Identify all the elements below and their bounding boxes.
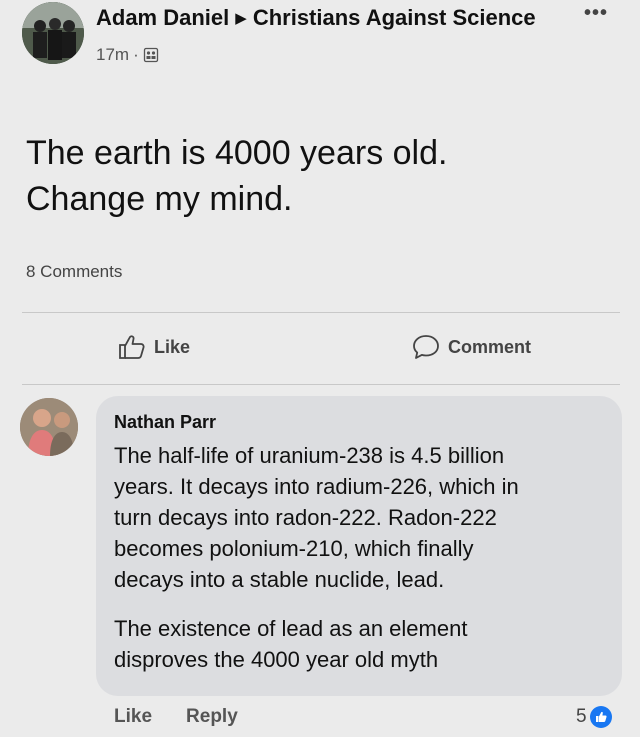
commenter-avatar[interactable] (20, 398, 78, 456)
reaction-count: 5 (576, 706, 587, 727)
reaction-summary[interactable]: 5 (576, 706, 612, 728)
thumbs-up-icon (119, 335, 145, 359)
comment-line: disproves the 4000 year old myth (114, 647, 439, 672)
post-text-line: Change my mind. (26, 180, 293, 218)
comment-label: Comment (448, 336, 532, 357)
comment-like-button[interactable]: Like (114, 706, 152, 728)
commenter-name[interactable]: Nathan Parr (114, 412, 216, 433)
comment-line: The half-life of uranium-238 is 4.5 bill… (114, 443, 505, 468)
comment-line: The existence of lead as an element (114, 616, 468, 641)
post-text-line: The earth is 4000 years old. (26, 134, 448, 172)
comment-actions: Like Reply (114, 706, 238, 728)
group-audience-icon (143, 47, 159, 63)
comment-line: years. It decays into radium-226, which … (114, 474, 519, 499)
author-name[interactable]: Adam Daniel (96, 5, 229, 30)
post-meta: 17m · (96, 45, 536, 65)
post-header: Adam Daniel ▶ Christians Against Science 1… (0, 0, 640, 100)
author-line: Adam Daniel ▶ Christians Against Science (96, 2, 536, 37)
like-reaction-icon (589, 706, 612, 728)
right-triangle-icon: ▶ (235, 10, 247, 27)
speech-bubble-icon (413, 335, 439, 359)
comment-bubble: Nathan Parr The half-life of uranium-238… (96, 396, 622, 696)
divider (22, 384, 620, 385)
group-name[interactable]: Christians Against Science (253, 5, 536, 30)
comment-line: turn decays into radon-222. Radon-222 (114, 505, 497, 530)
comment-reply-button[interactable]: Reply (186, 706, 238, 728)
divider (22, 312, 620, 313)
comment-count[interactable]: 8 Comments (26, 262, 122, 282)
post-time[interactable]: 17m (96, 45, 129, 65)
comment-text: The half-life of uranium-238 is 4.5 bill… (114, 440, 604, 675)
comment-line: becomes polonium-210, which finally (114, 536, 474, 561)
comment-button[interactable]: Comment (412, 334, 531, 360)
post-text: The earth is 4000 years old. Change my m… (26, 130, 626, 222)
header-text: Adam Daniel ▶ Christians Against Science 1… (96, 2, 536, 65)
comment-line: decays into a stable nuclide, lead. (114, 567, 445, 592)
more-options-icon[interactable]: ••• (584, 3, 608, 23)
meta-separator: · (133, 45, 139, 64)
author-avatar[interactable] (22, 2, 84, 64)
like-button[interactable]: Like (118, 334, 190, 360)
like-label: Like (154, 336, 191, 357)
